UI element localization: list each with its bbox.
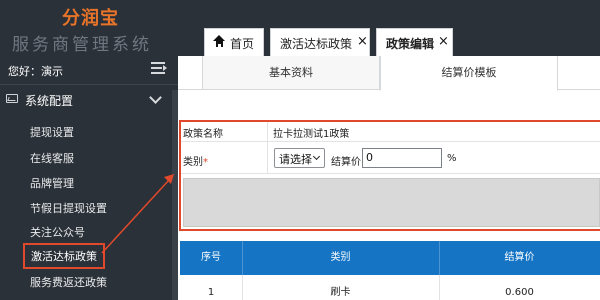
chevron-down-icon — [149, 91, 162, 104]
sidebar-item-activation-policy[interactable]: 激活达标政策 — [23, 243, 105, 269]
form-row-category: 类别* 请选择 结算价 0 % — [181, 142, 600, 174]
table-header: 序号 类别 结算价 — [180, 241, 600, 275]
tab-policy-edit[interactable]: 政策编辑 × — [376, 28, 453, 56]
policy-name-value: 拉卡拉测试1政策 — [273, 129, 350, 140]
user-greeting: 您好：演示 — [8, 63, 63, 79]
sidebar-item-holiday-withdraw[interactable]: 节假日提现设置 — [30, 200, 107, 216]
category-label: 类别* — [183, 153, 208, 168]
tab-policy-edit-label: 政策编辑 — [386, 37, 435, 51]
category-select-value: 请选择 — [279, 153, 312, 166]
category-label-text: 类别 — [183, 157, 203, 168]
column-header-price: 结算价 — [504, 252, 535, 263]
home-icon — [213, 35, 225, 48]
close-icon[interactable]: × — [438, 34, 449, 49]
table-row[interactable]: 1 刷卡 0.600 — [180, 275, 600, 300]
form-row-policy-name: 政策名称 拉卡拉测试1政策 — [181, 122, 600, 142]
subtab-settlement-template[interactable]: 结算价模板 — [380, 56, 558, 91]
user-name: 演示 — [41, 65, 63, 78]
chevron-down-icon — [312, 152, 321, 161]
policy-form: 政策名称 拉卡拉测试1政策 类别* 请选择 结算价 0 % — [179, 120, 600, 231]
sidebar-item-follow-account[interactable]: 关注公众号 — [30, 224, 85, 240]
sidebar-section-label: 系统配置 — [25, 94, 74, 108]
cell-category: 刷卡 — [330, 287, 351, 298]
cell-index: 1 — [207, 287, 215, 298]
main-content: 首页 激活达标政策 × 政策编辑 × 基本资料 结算价模板 政策名称 拉卡拉测试… — [178, 0, 600, 300]
brand-subtitle: 服务商管理系统 — [12, 35, 152, 55]
tab-home-label: 首页 — [230, 37, 255, 51]
price-input[interactable]: 0 — [362, 148, 442, 168]
sidebar-divider — [0, 84, 178, 85]
sidebar-item-withdraw-settings[interactable]: 提现设置 — [30, 124, 74, 140]
policy-name-label: 政策名称 — [183, 129, 223, 140]
required-mark: * — [203, 157, 208, 168]
sub-tab-bar: 基本资料 结算价模板 — [178, 56, 600, 91]
greeting-label: 您好： — [8, 65, 41, 78]
column-header-category: 类别 — [330, 252, 351, 263]
brand-title: 分润宝 — [62, 8, 119, 29]
tab-activation-policy[interactable]: 激活达标政策 × — [270, 28, 370, 56]
cell-price: 0.600 — [505, 287, 534, 298]
price-label: 结算价 — [331, 157, 361, 168]
monitor-chart-icon — [6, 94, 18, 103]
notes-textarea[interactable] — [183, 178, 600, 227]
sidebar-item-service-fee-refund[interactable]: 服务费返还政策 — [30, 274, 107, 290]
sidebar-item-brand-management[interactable]: 品牌管理 — [30, 175, 74, 191]
category-select[interactable]: 请选择 — [274, 148, 325, 168]
sidebar: 分润宝 服务商管理系统 您好：演示 系统配置 提现设置 在线客服 品牌管理 节假… — [0, 0, 178, 300]
close-icon[interactable]: × — [357, 34, 368, 49]
menu-collapse-icon[interactable] — [151, 61, 167, 75]
subtab-basic-info[interactable]: 基本资料 — [202, 56, 380, 90]
tab-activation-policy-label: 激活达标政策 — [280, 37, 353, 51]
sidebar-item-online-service[interactable]: 在线客服 — [30, 150, 74, 166]
price-unit: % — [447, 153, 457, 164]
tab-home[interactable]: 首页 — [204, 28, 264, 56]
column-header-index: 序号 — [201, 252, 221, 263]
sidebar-section-system-config[interactable]: 系统配置 — [0, 86, 178, 112]
